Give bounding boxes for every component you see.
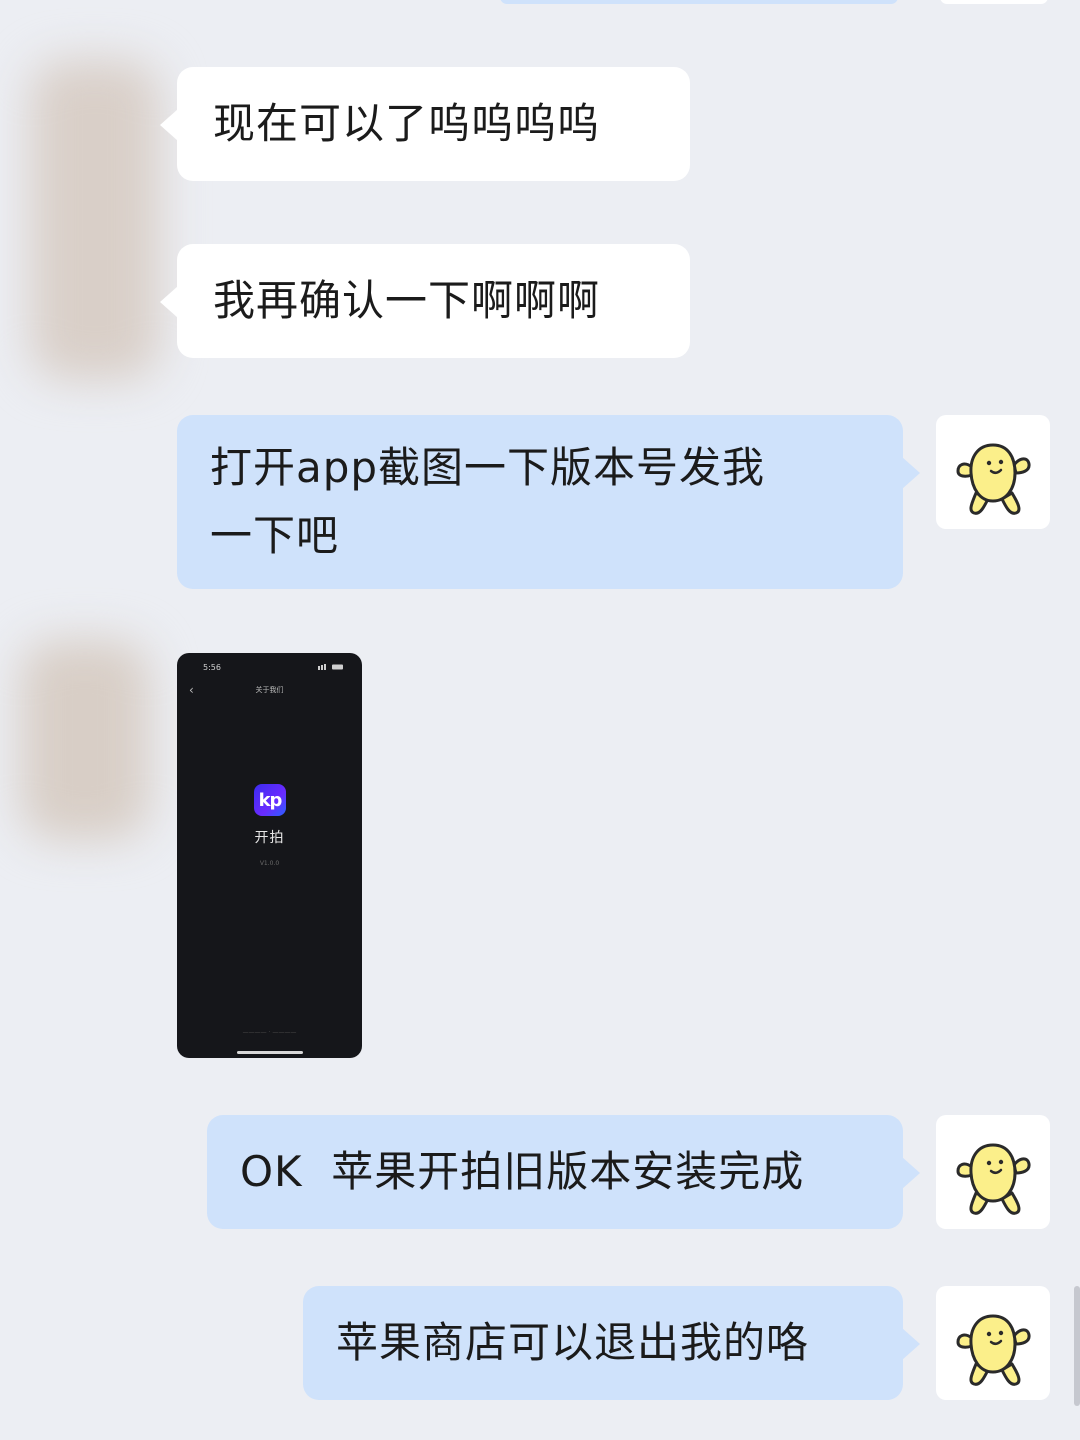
status-bar-time: 5:56 — [203, 663, 221, 672]
image-message-thumbnail[interactable]: 5:56 ‹ 关于我们 kp 开拍 V1.0.0 ———— · ———— — [177, 653, 362, 1058]
contact-avatar-blurred[interactable] — [30, 60, 160, 380]
self-avatar[interactable] — [936, 415, 1050, 529]
outgoing-message-bubble[interactable]: OK 苹果开拍旧版本安装完成 — [207, 1115, 920, 1229]
message-text: OK 苹果开拍旧版本安装完成 — [240, 1147, 805, 1196]
home-indicator — [237, 1051, 303, 1054]
message-text: 现在可以了呜呜呜呜 — [213, 99, 601, 148]
clipped-outgoing-bubble — [500, 0, 898, 4]
screenshot-footer-text: ———— · ———— — [242, 1029, 297, 1036]
yellow-blob-character-icon — [956, 443, 1031, 515]
app-logo-letter: kp — [258, 789, 283, 811]
screenshot-nav-title: 关于我们 — [255, 686, 284, 694]
status-bar-icons — [318, 664, 343, 670]
incoming-message-bubble[interactable]: 现在可以了呜呜呜呜 — [160, 67, 690, 181]
scrollbar[interactable] — [1074, 1286, 1080, 1406]
clipped-self-avatar — [940, 0, 1048, 4]
message-text: 苹果商店可以退出我的咯 — [336, 1318, 810, 1367]
yellow-blob-character-icon — [956, 1143, 1031, 1215]
yellow-blob-character-icon — [956, 1314, 1031, 1386]
app-logo-icon: kp — [254, 784, 286, 816]
contact-avatar-blurred[interactable] — [20, 640, 150, 840]
self-avatar[interactable] — [936, 1286, 1050, 1400]
message-text: 我再确认一下啊啊啊 — [213, 276, 601, 325]
message-text-line: 打开app截图一下版本号发我 — [210, 443, 766, 492]
screenshot-app-name: 开拍 — [254, 830, 285, 846]
self-avatar[interactable] — [936, 1115, 1050, 1229]
incoming-message-bubble[interactable]: 我再确认一下啊啊啊 — [160, 244, 690, 358]
outgoing-message-bubble[interactable]: 打开app截图一下版本号发我 一下吧 — [177, 415, 920, 589]
screenshot-app-version: V1.0.0 — [259, 860, 280, 867]
outgoing-message-bubble[interactable]: 苹果商店可以退出我的咯 — [303, 1286, 920, 1400]
message-text-line: 一下吧 — [210, 511, 340, 560]
